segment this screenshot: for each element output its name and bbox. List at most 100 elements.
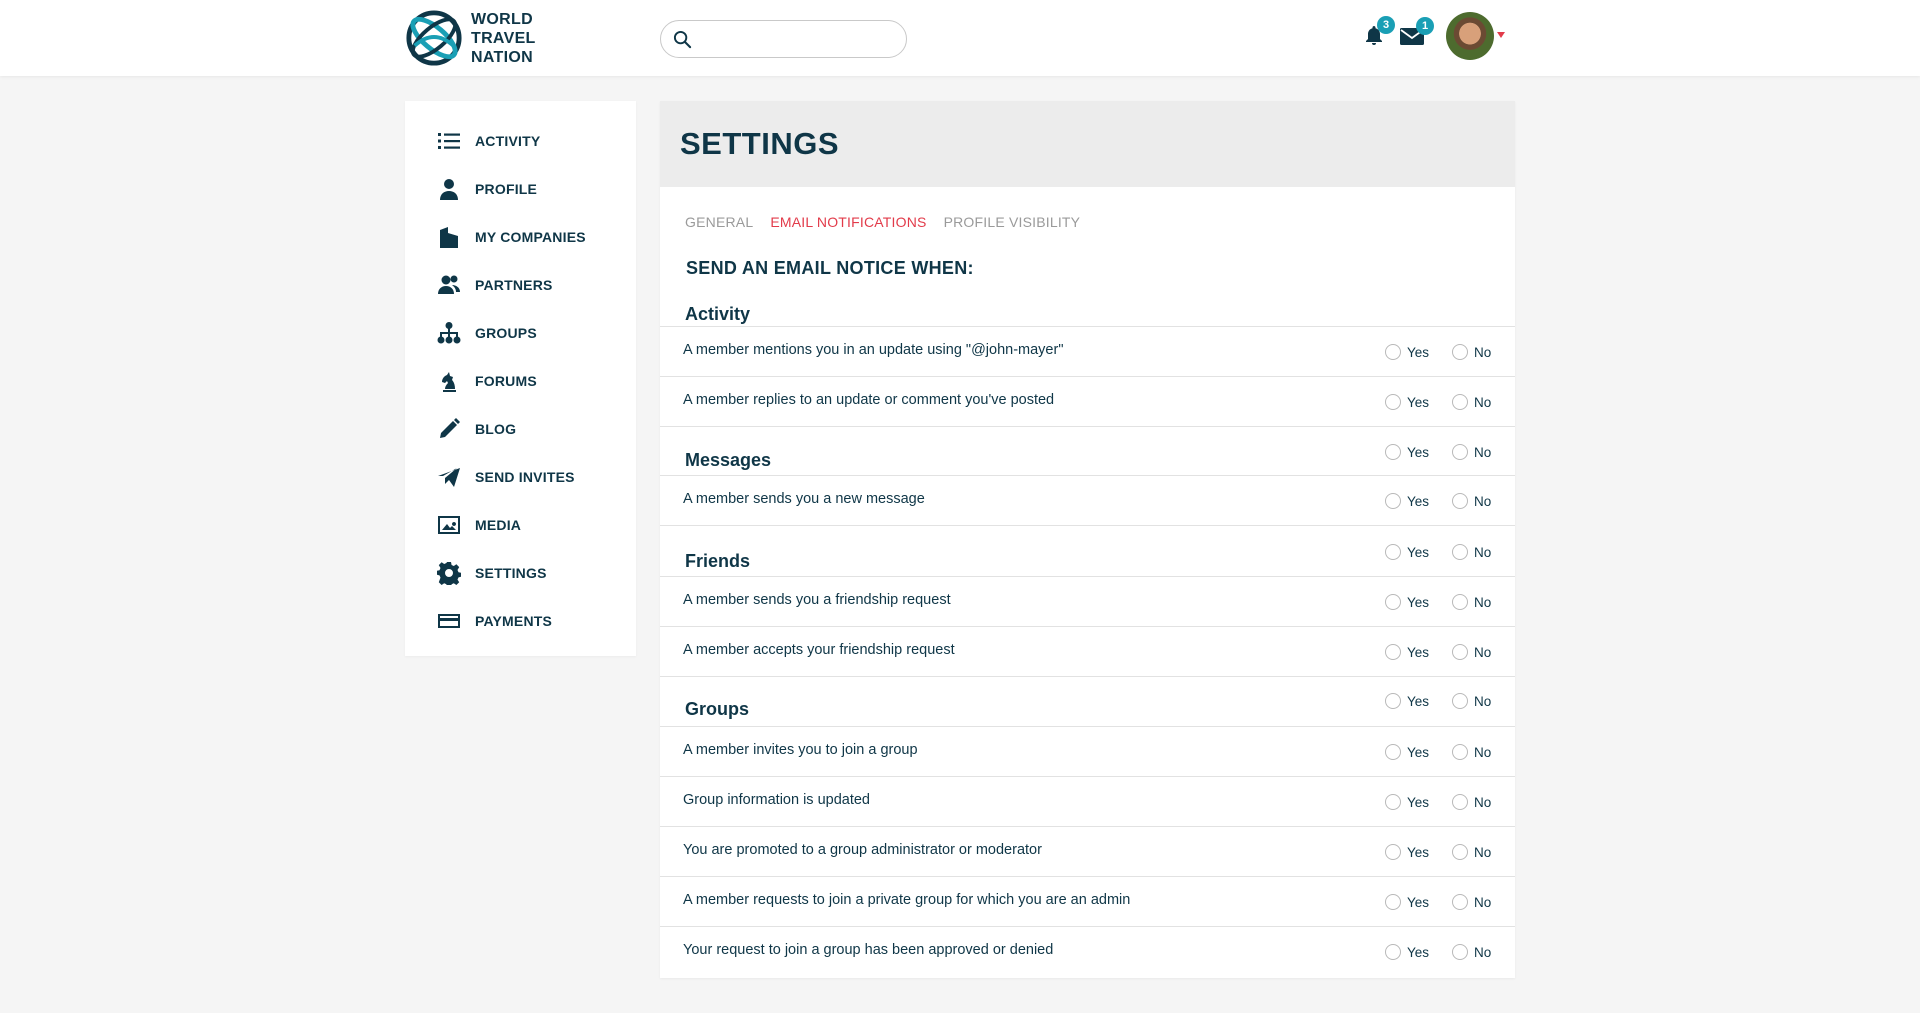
radio-circle[interactable] xyxy=(1385,594,1401,610)
user-avatar[interactable] xyxy=(1446,12,1494,60)
no-radio[interactable]: No xyxy=(1452,493,1491,509)
sidebar-item-activity[interactable]: ACTIVITY xyxy=(435,126,540,156)
no-radio[interactable]: No xyxy=(1452,844,1491,860)
no-label: No xyxy=(1474,444,1492,460)
credit-card-icon xyxy=(435,607,463,635)
radio-circle[interactable] xyxy=(1452,394,1468,410)
list-icon xyxy=(435,127,463,155)
no-label: No xyxy=(1474,493,1492,509)
no-radio[interactable]: No xyxy=(1452,444,1491,460)
radio-circle[interactable] xyxy=(1452,444,1468,460)
table-row: A member invites you to join a group Yes… xyxy=(660,727,1515,777)
sidebar-item-blog[interactable]: BLOG xyxy=(435,414,516,444)
sidebar-item-payments[interactable]: PAYMENTS xyxy=(435,606,552,636)
yes-radio[interactable]: Yes xyxy=(1385,794,1429,810)
sidebar-item-profile[interactable]: PROFILE xyxy=(435,174,537,204)
yes-radio[interactable]: Yes xyxy=(1385,644,1429,660)
yes-radio[interactable]: Yes xyxy=(1385,444,1429,460)
no-radio[interactable]: No xyxy=(1452,394,1491,410)
yes-label: Yes xyxy=(1407,944,1430,960)
search-input[interactable] xyxy=(701,27,896,51)
radio-circle[interactable] xyxy=(1452,493,1468,509)
radio-circle[interactable] xyxy=(1452,644,1468,660)
radio-circle[interactable] xyxy=(1452,693,1468,709)
radio-circle[interactable] xyxy=(1385,693,1401,709)
yes-radio[interactable]: Yes xyxy=(1385,693,1429,709)
no-radio[interactable]: No xyxy=(1452,644,1491,660)
no-label: No xyxy=(1474,894,1492,910)
no-radio[interactable]: No xyxy=(1452,794,1491,810)
radio-circle[interactable] xyxy=(1385,444,1401,460)
sidebar-item-settings[interactable]: SETTINGS xyxy=(435,558,547,588)
yes-radio[interactable]: Yes xyxy=(1385,594,1429,610)
notification-label: A member sends you a friendship request xyxy=(683,592,951,608)
radio-circle[interactable] xyxy=(1452,344,1468,360)
table-row: A member mentions you in an update using… xyxy=(660,327,1515,377)
sidebar-item-label: GROUPS xyxy=(475,325,537,341)
radio-circle[interactable] xyxy=(1452,794,1468,810)
yes-radio[interactable]: Yes xyxy=(1385,944,1429,960)
radio-circle[interactable] xyxy=(1385,844,1401,860)
yes-radio[interactable]: Yes xyxy=(1385,394,1429,410)
tab-general[interactable]: GENERAL xyxy=(685,214,753,230)
chevron-down-icon[interactable] xyxy=(1497,32,1505,38)
radio-circle[interactable] xyxy=(1385,894,1401,910)
radio-circle[interactable] xyxy=(1452,894,1468,910)
radio-circle[interactable] xyxy=(1385,944,1401,960)
notification-label: A member mentions you in an update using… xyxy=(683,342,1064,358)
no-radio[interactable]: No xyxy=(1452,344,1491,360)
brand-logo[interactable]: WORLD TRAVEL NATION xyxy=(405,9,536,67)
radio-circle[interactable] xyxy=(1452,744,1468,760)
yes-radio[interactable]: Yes xyxy=(1385,894,1429,910)
sidebar-item-label: PARTNERS xyxy=(475,277,553,293)
radio-circle[interactable] xyxy=(1385,394,1401,410)
tab-profile-visibility[interactable]: PROFILE VISIBILITY xyxy=(944,214,1081,230)
no-label: No xyxy=(1474,844,1492,860)
yes-label: Yes xyxy=(1407,644,1430,660)
brand-name-line3: NATION xyxy=(471,48,533,66)
sidebar-item-label: ACTIVITY xyxy=(475,133,541,149)
sidebar-item-my-companies[interactable]: MY COMPANIES xyxy=(435,222,586,252)
radio-circle[interactable] xyxy=(1452,544,1468,560)
yes-radio[interactable]: Yes xyxy=(1385,344,1429,360)
brand-name-line1: WORLD xyxy=(471,10,533,28)
radio-circle[interactable] xyxy=(1385,794,1401,810)
yes-radio[interactable]: Yes xyxy=(1385,844,1429,860)
search-box[interactable] xyxy=(660,20,907,58)
yes-label: Yes xyxy=(1407,693,1430,709)
radio-circle[interactable] xyxy=(1452,944,1468,960)
group-title: Activity xyxy=(685,304,751,324)
no-radio[interactable]: No xyxy=(1452,894,1491,910)
radio-circle[interactable] xyxy=(1452,844,1468,860)
yes-label: Yes xyxy=(1407,493,1430,509)
brand-name: WORLD TRAVEL NATION xyxy=(471,10,536,67)
notifications-button[interactable]: 3 xyxy=(1362,16,1395,53)
radio-circle[interactable] xyxy=(1385,344,1401,360)
no-radio[interactable]: No xyxy=(1452,594,1491,610)
sidebar-item-partners[interactable]: PARTNERS xyxy=(435,270,553,300)
chess-knight-icon xyxy=(435,367,463,395)
sidebar-item-media[interactable]: MEDIA xyxy=(435,510,521,540)
radio-circle[interactable] xyxy=(1385,744,1401,760)
no-radio[interactable]: No xyxy=(1452,944,1491,960)
messages-button[interactable]: 1 xyxy=(1399,17,1434,52)
tab-email-notifications[interactable]: EMAIL NOTIFICATIONS xyxy=(770,214,926,230)
sidebar-item-send-invites[interactable]: SEND INVITES xyxy=(435,462,575,492)
notification-label: A member requests to join a private grou… xyxy=(683,892,1131,908)
yes-radio[interactable]: Yes xyxy=(1385,493,1429,509)
radio-circle[interactable] xyxy=(1385,644,1401,660)
no-radio[interactable]: No xyxy=(1452,744,1491,760)
no-radio[interactable]: No xyxy=(1452,544,1491,560)
yes-radio[interactable]: Yes xyxy=(1385,744,1429,760)
sidebar-item-forums[interactable]: FORUMS xyxy=(435,366,537,396)
radio-circle[interactable] xyxy=(1385,493,1401,509)
sidebar-item-groups[interactable]: GROUPS xyxy=(435,318,537,348)
group-header-groups: Groups Yes No xyxy=(660,677,1515,727)
radio-circle[interactable] xyxy=(1452,594,1468,610)
yes-radio[interactable]: Yes xyxy=(1385,544,1429,560)
no-label: No xyxy=(1474,344,1492,360)
no-label: No xyxy=(1474,594,1492,610)
radio-circle[interactable] xyxy=(1385,544,1401,560)
no-radio[interactable]: No xyxy=(1452,693,1491,709)
notification-label: Group information is updated xyxy=(683,792,870,808)
